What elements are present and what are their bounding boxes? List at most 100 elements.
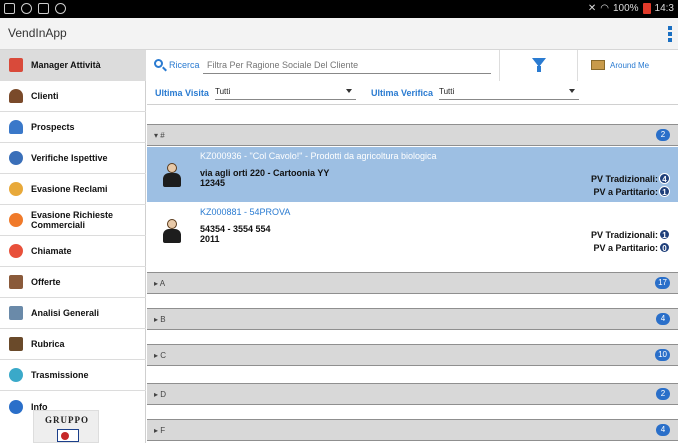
- client-address: 54354 - 3554 554: [200, 224, 271, 234]
- client-postal-code: 2011: [200, 234, 220, 244]
- client-postal-code: 12345: [200, 178, 226, 188]
- sidebar-item-manager-attivita[interactable]: Manager Attività: [0, 50, 146, 81]
- group-label: ▸ F: [154, 426, 166, 435]
- address-book-icon: [9, 337, 23, 351]
- last-check-value: Tutti: [439, 87, 455, 96]
- calendar-icon: [9, 58, 23, 72]
- last-visit-select[interactable]: Tutti: [215, 85, 356, 100]
- pv-traditional: PV Tradizionali: 1: [591, 229, 670, 240]
- client-person-icon: [9, 89, 23, 103]
- sidebar-item-chiamate[interactable]: Chiamate: [0, 236, 146, 267]
- pv-partitario: PV a Partitario: 0: [593, 242, 670, 253]
- battery-icon: [642, 3, 651, 14]
- info-icon: [9, 399, 23, 414]
- dropdown-arrow-icon: [346, 89, 352, 93]
- search-label[interactable]: Ricerca: [169, 60, 200, 70]
- last-visit-value: Tutti: [215, 87, 231, 96]
- pv-traditional-label: PV Tradizionali:: [590, 173, 658, 184]
- search-input[interactable]: [203, 56, 491, 74]
- group-label: ▸ A: [154, 279, 166, 288]
- cast-icon: [4, 3, 15, 14]
- analysis-icon: [9, 306, 23, 320]
- sidebar-item-label: Clienti: [31, 91, 59, 101]
- group-header-f[interactable]: ▸ F 4: [147, 419, 678, 441]
- group-header-d[interactable]: ▸ D 2: [147, 383, 678, 405]
- sidebar-item-label: Manager Attività: [31, 60, 101, 70]
- sidebar-item-rubrica[interactable]: Rubrica: [0, 329, 146, 360]
- person-avatar-icon: [163, 219, 181, 243]
- client-title: KZ000936 - "Col Cavolo!" - Prodotti da a…: [200, 151, 437, 161]
- around-me-label: Around Me: [610, 61, 650, 70]
- status-right: ✕ ◠ 100% 14:3: [588, 3, 674, 14]
- dropdown-arrow-icon: [569, 89, 575, 93]
- last-check-label: Ultima Verifica: [371, 88, 434, 98]
- pv-traditional: PV Tradizionali: 4: [591, 173, 670, 184]
- group-label: ▸ D: [154, 390, 167, 399]
- group-header-c[interactable]: ▸ C 10: [147, 344, 678, 366]
- around-me-button[interactable]: Around Me: [579, 50, 678, 81]
- pv-partitario-label: PV a Partitario:: [593, 186, 658, 197]
- map-icon: [591, 60, 605, 70]
- pv-traditional-badge: 1: [659, 229, 670, 240]
- client-row[interactable]: KZ000881 - 54PROVA 54354 - 3554 554 2011…: [147, 203, 678, 258]
- group-count-badge: 4: [656, 313, 670, 325]
- app-title: VendInApp: [8, 26, 67, 40]
- app-bar: VendInApp: [0, 18, 678, 50]
- client-row[interactable]: KZ000936 - "Col Cavolo!" - Prodotti da a…: [147, 147, 678, 202]
- pv-partitario-label: PV a Partitario:: [593, 242, 658, 253]
- pv-partitario-badge: 0: [659, 242, 670, 253]
- status-bar: ✕ ◠ 100% 14:3: [0, 0, 678, 18]
- shield-icon: [55, 3, 66, 14]
- sidebar-item-verifiche-ispettive[interactable]: Verifiche Ispettive: [0, 143, 146, 174]
- person-avatar-icon: [163, 163, 181, 187]
- sidebar-item-analisi-generali[interactable]: Analisi Generali: [0, 298, 146, 329]
- logo-text: GRUPPO: [45, 415, 89, 425]
- filter-button[interactable]: [499, 50, 578, 81]
- search-icon[interactable]: [154, 59, 163, 68]
- prospect-person-icon: [9, 120, 23, 134]
- overflow-menu-icon[interactable]: [668, 26, 672, 42]
- sidebar-item-label: Rubrica: [31, 339, 65, 349]
- group-count-badge: 2: [656, 129, 670, 141]
- group-label: ▸ C: [154, 351, 167, 360]
- sidebar-item-trasmissione[interactable]: Trasmissione: [0, 360, 146, 391]
- group-header-b[interactable]: ▸ B 4: [147, 308, 678, 330]
- pv-partitario: PV a Partitario: 1: [593, 186, 670, 197]
- pv-partitario-badge: 1: [659, 186, 670, 197]
- sidebar-item-clienti[interactable]: Clienti: [0, 81, 146, 112]
- sidebar-item-label: Evasione Reclami: [31, 184, 108, 194]
- group-header-hash[interactable]: ▾ # 2: [147, 124, 678, 146]
- sidebar-item-offerte[interactable]: Offerte: [0, 267, 146, 298]
- client-address: via agli orti 220 - Cartoonia YY: [200, 168, 330, 178]
- call-icon: [9, 244, 23, 258]
- group-label: ▸ B: [154, 315, 166, 324]
- group-header-a[interactable]: ▸ A 17: [147, 272, 678, 294]
- sidebar-item-label: Evasione Richieste Commerciali: [31, 210, 114, 230]
- transmission-icon: [9, 368, 23, 382]
- group-count-badge: 4: [656, 424, 670, 436]
- wifi-icon: ◠: [600, 3, 609, 14]
- status-left-icons: [4, 3, 66, 14]
- client-title: KZ000881 - 54PROVA: [200, 207, 291, 217]
- battery-percent: 100%: [612, 3, 639, 14]
- sidebar-item-evasione-richieste-commerciali[interactable]: Evasione Richieste Commerciali: [0, 205, 146, 236]
- complaint-icon: [9, 182, 23, 196]
- sidebar-item-label: Chiamate: [31, 246, 72, 256]
- sidebar-item-label: Verifiche Ispettive: [31, 153, 108, 163]
- filter-row: Ultima Visita Tutti Ultima Verifica Tutt…: [147, 81, 678, 105]
- group-count-badge: 17: [655, 277, 670, 289]
- offer-icon: [9, 275, 23, 289]
- sidebar: Manager Attività Clienti Prospects Verif…: [0, 50, 146, 443]
- search-bar: Ricerca Around Me: [147, 50, 678, 81]
- group-count-badge: 2: [656, 388, 670, 400]
- commercial-request-icon: [9, 213, 23, 227]
- filter-icon: [532, 58, 546, 72]
- logo-mark-icon: [57, 429, 79, 442]
- sidebar-item-evasione-reclami[interactable]: Evasione Reclami: [0, 174, 146, 205]
- inspection-icon: [9, 151, 23, 165]
- sidebar-item-label: Trasmissione: [31, 370, 89, 380]
- sidebar-item-label: Offerte: [31, 277, 61, 287]
- sidebar-item-prospects[interactable]: Prospects: [0, 112, 146, 143]
- last-check-select[interactable]: Tutti: [439, 85, 579, 100]
- sidebar-item-label: Analisi Generali: [31, 308, 100, 318]
